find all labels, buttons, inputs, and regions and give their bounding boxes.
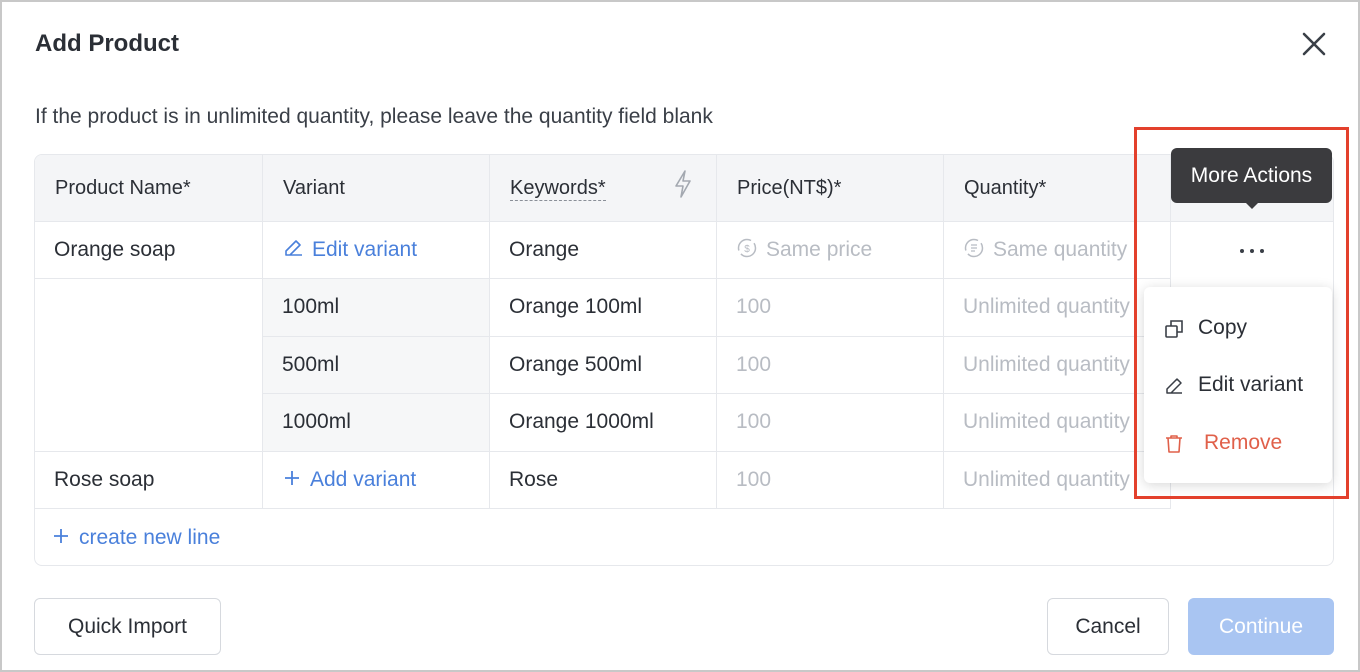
pencil-icon	[1166, 378, 1182, 394]
quick-import-button[interactable]: Quick Import	[34, 598, 221, 655]
product-table: Product Name* Variant Keywords* Price(NT…	[34, 154, 1334, 566]
variant-keyword-cell[interactable]: Orange 100ml	[490, 279, 717, 337]
create-new-line-label: create new line	[79, 526, 221, 549]
edit-variant-menu-label: Edit variant	[1198, 373, 1304, 396]
continue-button[interactable]: Continue	[1188, 598, 1334, 655]
same-quantity-cell[interactable]: Same quantity	[944, 222, 1171, 279]
sync-quantity-icon	[964, 239, 984, 258]
product-name-cell[interactable]: Rose soap	[35, 452, 263, 509]
add-variant-label: Add variant	[310, 468, 417, 491]
more-actions-tooltip: More Actions	[1171, 148, 1332, 203]
variant-price-cell[interactable]: 100	[717, 337, 944, 394]
variant-quantity-cell[interactable]: Unlimited quantity	[944, 337, 1171, 394]
product-name-cell[interactable]: Orange soap	[35, 222, 263, 279]
menu-item-edit-variant[interactable]: Edit variant	[1144, 360, 1332, 410]
table-header: Product Name* Variant Keywords* Price(NT…	[35, 155, 1333, 222]
dialog-title: Add Product	[35, 30, 179, 57]
add-product-dialog: Add Product If the product is in unlimit…	[0, 0, 1360, 672]
variant-name-cell[interactable]: 500ml	[263, 337, 490, 394]
keywords-label: Keywords*	[510, 177, 606, 201]
more-actions-button[interactable]	[1222, 236, 1282, 266]
same-price-cell[interactable]: $ Same price	[717, 222, 944, 279]
pencil-icon	[285, 240, 302, 257]
product-name-spacer	[35, 279, 263, 452]
variant-name-cell[interactable]: 1000ml	[263, 394, 490, 452]
variant-quantity-cell[interactable]: Unlimited quantity	[944, 394, 1171, 452]
variant-quantity-cell[interactable]: Unlimited quantity	[944, 279, 1171, 337]
create-new-line-button[interactable]: create new line	[51, 524, 220, 552]
variant-name-cell[interactable]: 100ml	[263, 279, 490, 337]
sync-price-icon: $	[737, 239, 757, 258]
cancel-button[interactable]: Cancel	[1047, 598, 1169, 655]
lightning-icon[interactable]	[673, 169, 693, 199]
add-variant-link[interactable]: Add variant	[263, 452, 490, 509]
more-actions-menu: Copy Edit variant Remove	[1144, 287, 1332, 483]
menu-item-copy[interactable]: Copy	[1144, 303, 1332, 353]
keyword-cell[interactable]: Rose	[490, 452, 717, 509]
same-price-placeholder: Same price	[766, 238, 873, 261]
same-quantity-placeholder: Same quantity	[993, 238, 1128, 261]
variant-price-cell[interactable]: 100	[717, 279, 944, 337]
quantity-notice: If the product is in unlimited quantity,…	[35, 105, 713, 128]
menu-item-remove[interactable]: Remove	[1144, 418, 1332, 468]
trash-icon	[1166, 435, 1182, 453]
edit-variant-link[interactable]: Edit variant	[263, 222, 490, 279]
close-icon[interactable]	[1298, 28, 1330, 60]
quantity-cell[interactable]: Unlimited quantity	[944, 452, 1171, 509]
header-quantity: Quantity*	[944, 155, 1171, 222]
edit-variant-label: Edit variant	[312, 238, 418, 261]
plus-icon	[54, 529, 68, 544]
copy-label: Copy	[1198, 316, 1248, 339]
remove-label: Remove	[1204, 431, 1283, 454]
header-price: Price(NT$)*	[717, 155, 944, 222]
variant-price-cell[interactable]: 100	[717, 394, 944, 452]
keyword-cell[interactable]: Orange	[490, 222, 717, 279]
header-variant: Variant	[263, 155, 490, 222]
dot	[1240, 249, 1244, 253]
variant-keyword-cell[interactable]: Orange 1000ml	[490, 394, 717, 452]
dot	[1260, 249, 1264, 253]
plus-icon	[285, 471, 299, 486]
svg-text:$: $	[744, 244, 750, 255]
price-cell[interactable]: 100	[717, 452, 944, 509]
copy-icon	[1165, 320, 1183, 338]
dot	[1250, 249, 1254, 253]
tooltip-arrow	[1245, 202, 1259, 209]
variant-keyword-cell[interactable]: Orange 500ml	[490, 337, 717, 394]
header-product-name: Product Name*	[35, 155, 263, 222]
